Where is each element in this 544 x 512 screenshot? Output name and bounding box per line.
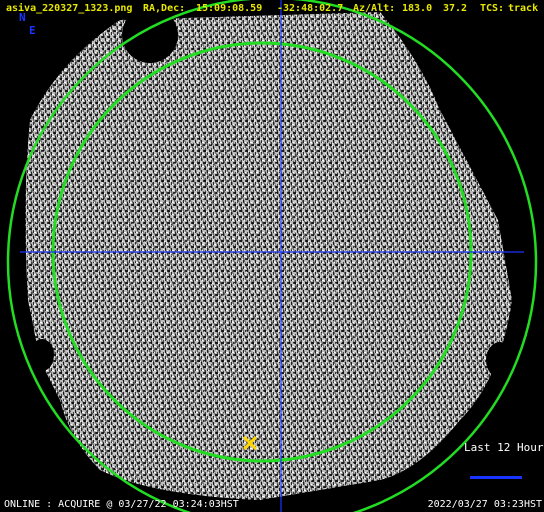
dec-value: -32:48:02.7 [277,3,344,14]
image-timestamp: 2022/03/27 03:23HST [427,499,542,510]
track-legend-bar [470,476,522,479]
tcs-label: TCS: [480,3,505,14]
ra-value: 15:09:08.59 [196,3,263,14]
last-hours-label: Last 12 Hours [464,441,544,454]
dark-notch-right [486,342,514,378]
radec-label: RA,Dec: [143,3,186,14]
tcs-status: track [508,3,539,14]
compass-east: E [29,24,36,37]
azalt-label: Az/Alt: [353,3,396,14]
dark-notch-top [122,7,178,63]
alt-value: 37.2 [443,3,468,14]
sky-camera-view [6,0,538,512]
dark-notch-left [30,339,54,371]
status-line: ONLINE : ACQUIRE @ 03/27/22 03:24:03HST [4,499,239,510]
compass-north: N [19,11,26,24]
az-value: 183.0 [402,3,433,14]
sky-image-field [25,7,514,500]
